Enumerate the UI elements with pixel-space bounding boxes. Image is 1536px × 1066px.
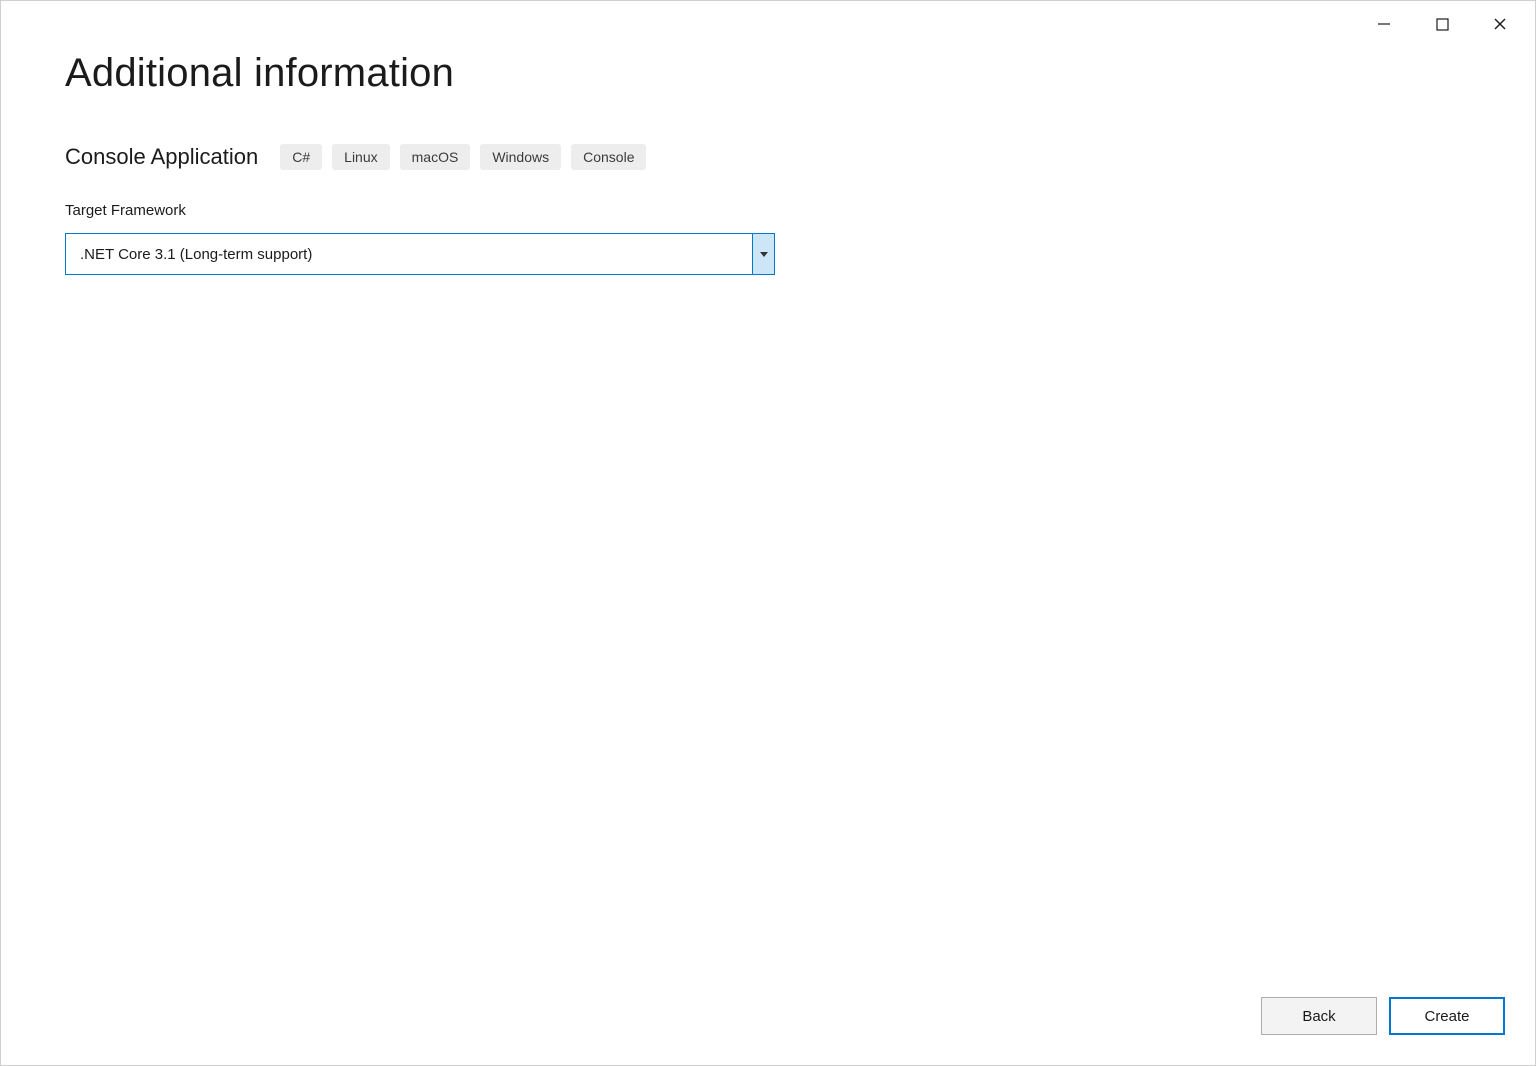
close-icon	[1493, 17, 1507, 31]
window-controls	[1355, 1, 1535, 41]
chevron-down-icon	[760, 252, 768, 257]
target-framework-combobox[interactable]: .NET Core 3.1 (Long-term support)	[65, 233, 775, 275]
main-content: Additional information Console Applicati…	[1, 1, 1535, 275]
tag: macOS	[400, 144, 471, 170]
tag: C#	[280, 144, 322, 170]
tag-row: C# Linux macOS Windows Console	[280, 144, 646, 170]
close-button[interactable]	[1471, 9, 1529, 39]
minimize-icon	[1377, 17, 1391, 31]
page-title: Additional information	[65, 51, 1471, 96]
back-button[interactable]: Back	[1261, 997, 1377, 1035]
tag: Console	[571, 144, 646, 170]
create-button[interactable]: Create	[1389, 997, 1505, 1035]
minimize-button[interactable]	[1355, 9, 1413, 39]
maximize-icon	[1436, 18, 1449, 31]
template-name: Console Application	[65, 144, 258, 170]
combobox-dropdown-button[interactable]	[752, 234, 774, 274]
tag: Windows	[480, 144, 561, 170]
template-header-row: Console Application C# Linux macOS Windo…	[65, 144, 1471, 170]
tag: Linux	[332, 144, 389, 170]
target-framework-value: .NET Core 3.1 (Long-term support)	[66, 234, 752, 274]
target-framework-label: Target Framework	[65, 202, 1471, 219]
maximize-button[interactable]	[1413, 9, 1471, 39]
footer-buttons: Back Create	[1261, 997, 1505, 1035]
